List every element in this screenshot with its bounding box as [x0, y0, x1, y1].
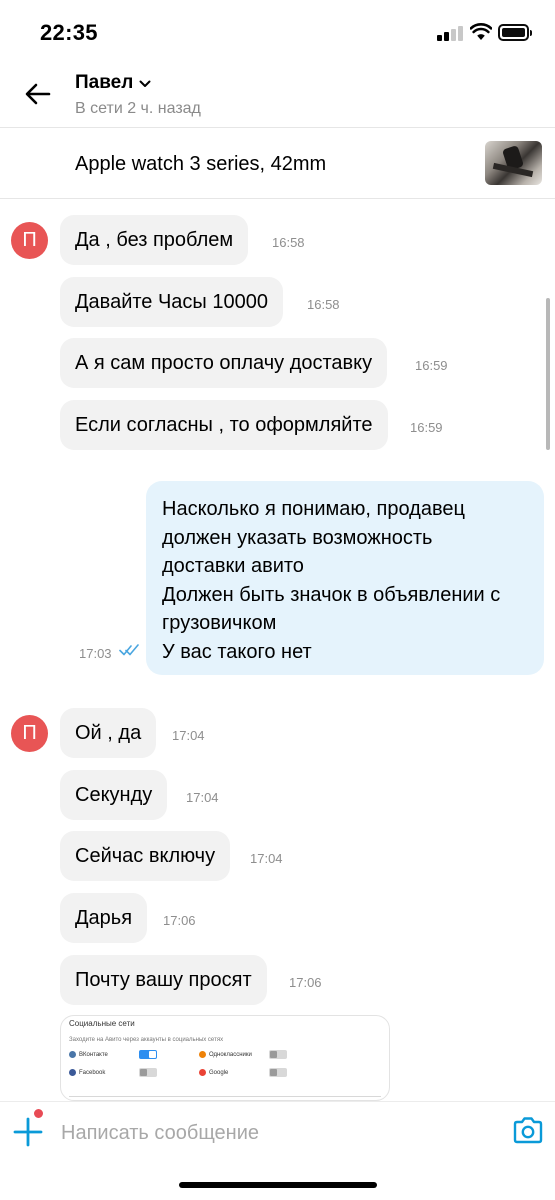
- social-item-google: Google: [199, 1069, 228, 1076]
- message-bubble[interactable]: Сейчас включу: [60, 831, 231, 881]
- google-icon: [199, 1069, 206, 1076]
- social-label: Facebook: [79, 1069, 106, 1076]
- message-bubble[interactable]: Давайте Часы 10000: [60, 277, 283, 327]
- social-item-ok: Одноклассники: [199, 1051, 252, 1058]
- chat-header: Павел В сети 2 ч. назад: [0, 62, 555, 128]
- wifi-icon: [470, 23, 492, 40]
- listing-title: Apple watch 3 series, 42mm: [75, 153, 327, 175]
- listing-card[interactable]: Apple watch 3 series, 42mm: [0, 129, 555, 199]
- message-bubble[interactable]: Если согласны , то оформляйте: [60, 400, 388, 450]
- contact-online-status: В сети 2 ч. назад: [75, 100, 201, 117]
- message-time: 17:04: [250, 851, 283, 866]
- toggle-off: [269, 1068, 287, 1077]
- avatar[interactable]: П: [11, 222, 48, 259]
- status-bar: 22:35: [0, 0, 555, 62]
- message-time: 17:03: [79, 646, 112, 661]
- message-time: 17:04: [186, 790, 219, 805]
- battery-icon: [498, 24, 532, 41]
- divider: [69, 1096, 381, 1097]
- message-line: грузовичком: [162, 612, 277, 634]
- status-time: 22:35: [40, 20, 98, 45]
- image-text-title: Социальные сети: [69, 1019, 135, 1028]
- listing-thumbnail: [485, 141, 542, 185]
- message-bubble[interactable]: А я сам просто оплачу доставку: [60, 338, 388, 388]
- back-arrow-icon[interactable]: [22, 78, 54, 110]
- odnoklassniki-icon: [199, 1051, 206, 1058]
- scroll-indicator[interactable]: [546, 298, 550, 450]
- message-line: доставки авито: [162, 555, 304, 577]
- message-time: 17:04: [172, 728, 205, 743]
- toggle-on: [139, 1050, 157, 1059]
- message-time: 16:58: [272, 235, 305, 250]
- message-time: 16:58: [307, 297, 340, 312]
- message-line: Насколько я понимаю, продавец: [162, 498, 465, 520]
- message-time: 17:06: [163, 913, 196, 928]
- message-bubble[interactable]: Дарья: [60, 893, 148, 943]
- facebook-icon: [69, 1069, 76, 1076]
- plus-icon[interactable]: [12, 1116, 44, 1148]
- social-label: Google: [209, 1069, 229, 1076]
- double-check-icon: [119, 644, 139, 656]
- image-attachment[interactable]: Социальные сети Заходите на Авито через …: [60, 1015, 390, 1101]
- avatar[interactable]: П: [11, 715, 48, 752]
- message-input[interactable]: [61, 1118, 481, 1148]
- toggle-off: [139, 1068, 157, 1077]
- message-bubble[interactable]: Ой , да: [60, 708, 157, 758]
- toggle-off: [269, 1050, 287, 1059]
- message-time: 16:59: [415, 358, 448, 373]
- home-indicator[interactable]: [179, 1182, 377, 1188]
- social-item-facebook: Facebook: [69, 1069, 105, 1076]
- message-bubble[interactable]: Секунду: [60, 770, 168, 820]
- social-item-vk: ВКонтакте: [69, 1051, 108, 1058]
- contact-name: Павел: [75, 72, 134, 93]
- message-line: У вас такого нет: [162, 640, 312, 663]
- image-text-subtitle: Заходите на Авито через аккаунты в социа…: [69, 1037, 224, 1043]
- message-bubble[interactable]: Почту вашу просят: [60, 955, 267, 1005]
- message-composer: [0, 1101, 555, 1163]
- notification-dot: [32, 1107, 45, 1120]
- message-line: должен указать возможность: [162, 526, 433, 549]
- cellular-signal-icon: [437, 25, 463, 41]
- outgoing-message-bubble[interactable]: Насколько я понимаю, продавец должен ука…: [146, 481, 544, 675]
- vk-icon: [69, 1051, 76, 1058]
- social-label: Одноклассники: [209, 1051, 252, 1058]
- message-time: 17:06: [289, 975, 322, 990]
- social-label: ВКонтакте: [79, 1051, 108, 1058]
- camera-icon[interactable]: [512, 1115, 544, 1145]
- contact-name-dropdown[interactable]: Павел: [75, 72, 152, 94]
- message-time: 16:59: [410, 420, 443, 435]
- chevron-down-icon: [139, 80, 151, 87]
- message-line: Должен быть значок в объявлении с: [162, 583, 501, 606]
- message-bubble[interactable]: Да , без проблем: [60, 215, 249, 265]
